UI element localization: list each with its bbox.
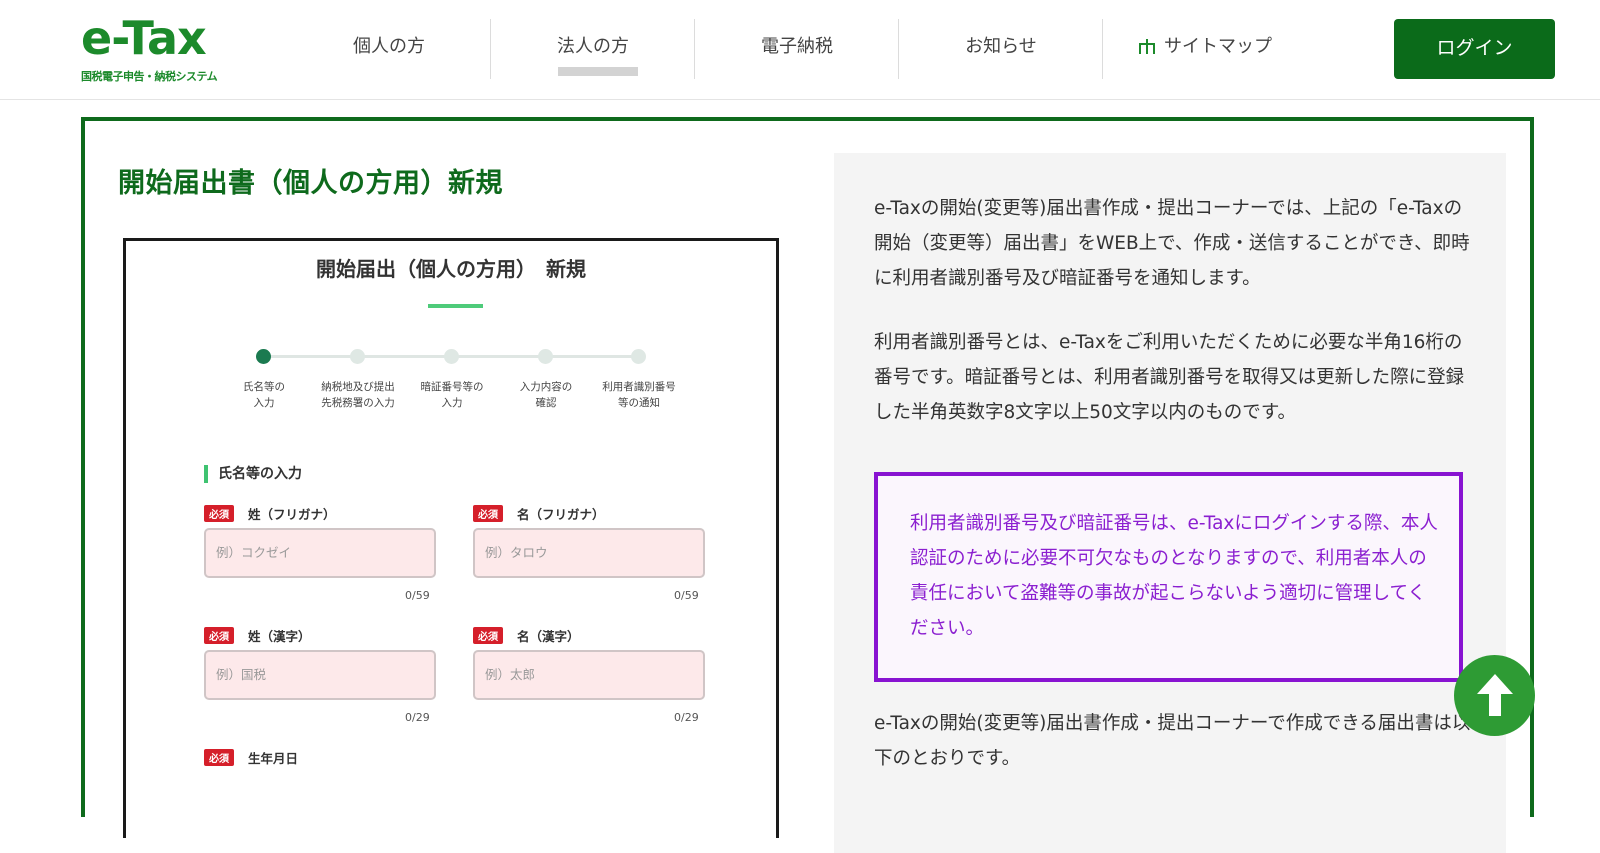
required-badge: 必須 [473, 505, 503, 522]
required-badge: 必須 [473, 627, 503, 644]
content-frame: 開始届出書（個人の方用）新規 開始届出（個人の方用） 新規 氏名等の 入力 納税… [81, 117, 1534, 853]
char-counter: 0/59 [674, 589, 699, 602]
nav-active-indicator [558, 67, 638, 76]
field-label-text: 名（フリガナ） [517, 507, 605, 522]
nav-news-label: お知らせ [965, 36, 1037, 57]
nav-corporate[interactable]: 法人の方 [491, 19, 695, 79]
mei-kanji-input: 例）太郎 [473, 650, 705, 700]
step-label-5: 利用者識別番号 等の通知 [602, 381, 676, 409]
step-dot-5 [631, 349, 646, 364]
field-label-text: 姓（漢字） [248, 629, 311, 644]
char-counter: 0/59 [405, 589, 430, 602]
step-label-2: 納税地及び提出 先税務署の入力 [321, 381, 395, 409]
nav-corporate-label: 法人の方 [557, 36, 629, 57]
step-dot-3 [444, 349, 459, 364]
nav-e-payment[interactable]: 電子納税 [695, 19, 899, 79]
step-label-4: 入力内容の 確認 [519, 381, 573, 409]
form-title-underline [428, 304, 483, 308]
nav-individual-label: 個人の方 [353, 36, 425, 57]
arrow-up-icon [1477, 674, 1513, 716]
nav-sitemap-label: サイトマップ [1164, 36, 1272, 57]
field-label-mei-kanji: 必須 名（漢字） [473, 626, 580, 645]
logo-subtitle: 国税電子申告・納税システム [81, 70, 218, 83]
nav-e-payment-label: 電子納税 [761, 36, 833, 57]
field-label-mei-kana: 必須 名（フリガナ） [473, 504, 605, 523]
info-paragraph-3: e-Taxの開始(変更等)届出書作成・提出コーナーで作成できる届出書は以下のとお… [874, 713, 1471, 769]
nav-news[interactable]: お知らせ [899, 19, 1103, 79]
mei-kana-input: 例）タロウ [473, 528, 705, 578]
notice-box: 利用者識別番号及び暗証番号は、e-Taxにログインする際、本人認証のために必要不… [874, 472, 1463, 682]
notice-text: 利用者識別番号及び暗証番号は、e-Taxにログインする際、本人認証のために必要不… [910, 513, 1438, 639]
site-header: e-Tax 国税電子申告・納税システム 個人の方 法人の方 電子納税 お知らせ … [0, 0, 1600, 100]
field-label-text: 名（漢字） [517, 629, 580, 644]
step-dot-1 [256, 349, 271, 364]
info-paragraph-1: e-Taxの開始(変更等)届出書作成・提出コーナーでは、上記の「e-Taxの開始… [874, 198, 1470, 289]
etax-logo[interactable]: e-Tax 国税電子申告・納税システム [81, 12, 231, 84]
section-heading: 氏名等の入力 [204, 465, 302, 483]
logo-text: e-Tax [81, 11, 207, 65]
info-paragraph-2: 利用者識別番号とは、e-Taxをご利用いただくために必要な半角16桁の番号です。… [874, 332, 1465, 423]
login-button-label: ログイン [1436, 37, 1513, 59]
scroll-to-top-button[interactable] [1454, 655, 1535, 736]
sei-kana-input: 例）コクゼイ [204, 528, 436, 578]
page-title: 開始届出書（個人の方用）新規 [118, 168, 503, 199]
login-button[interactable]: ログイン [1394, 19, 1555, 79]
nav-individual[interactable]: 個人の方 [287, 19, 491, 79]
step-dot-4 [538, 349, 553, 364]
field-label-sei-kana: 必須 姓（フリガナ） [204, 504, 336, 523]
char-counter: 0/29 [674, 711, 699, 724]
field-label-birthdate: 必須 生年月日 [204, 748, 298, 767]
char-counter: 0/29 [405, 711, 430, 724]
field-label-text: 生年月日 [248, 751, 299, 766]
sitemap-icon [1139, 39, 1155, 54]
info-panel: e-Taxの開始(変更等)届出書作成・提出コーナーでは、上記の「e-Taxの開始… [834, 153, 1506, 853]
required-badge: 必須 [204, 627, 234, 644]
step-label-1: 氏名等の 入力 [243, 381, 285, 409]
step-dot-2 [350, 349, 365, 364]
field-label-sei-kanji: 必須 姓（漢字） [204, 626, 311, 645]
form-title: 開始届出（個人の方用） 新規 [316, 257, 586, 281]
field-label-text: 姓（フリガナ） [248, 507, 336, 522]
nav-sitemap[interactable]: サイトマップ [1103, 19, 1307, 79]
step-label-3: 暗証番号等の 入力 [420, 381, 484, 409]
required-badge: 必須 [204, 749, 234, 766]
form-preview-image: 開始届出（個人の方用） 新規 氏名等の 入力 納税地及び提出 先税務署の入力 暗… [123, 238, 779, 838]
sei-kanji-input: 例）国税 [204, 650, 436, 700]
required-badge: 必須 [204, 505, 234, 522]
